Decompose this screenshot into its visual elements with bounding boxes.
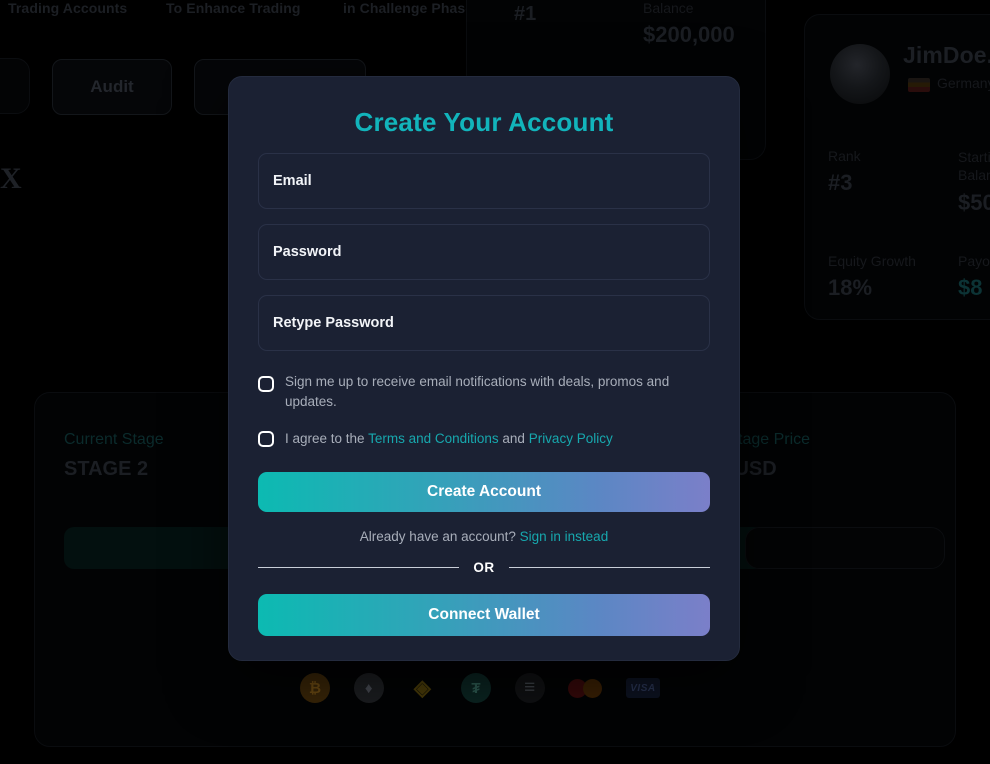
page-root: Trading Accounts To Enhance Trading in C… (0, 0, 990, 764)
connect-wallet-button[interactable]: Connect Wallet (258, 594, 710, 636)
create-account-button[interactable]: Create Account (258, 472, 710, 512)
marketing-optin-row[interactable]: Sign me up to receive email notification… (258, 372, 710, 412)
bg-card-left-fragment (0, 58, 30, 114)
bg-rank-top: #1 (514, 3, 537, 25)
bg-balance-value: $200,000 (643, 22, 735, 47)
password-input[interactable] (273, 244, 695, 260)
avatar (830, 44, 890, 104)
terms-conjunction-text: and (498, 431, 529, 446)
retype-password-field-wrapper[interactable] (258, 295, 710, 351)
signin-prompt-text: Already have an account? (359, 529, 520, 544)
visa-icon: VISA (625, 678, 660, 698)
solana-icon: ≡ (514, 673, 545, 703)
privacy-policy-link[interactable]: Privacy Policy (529, 431, 613, 446)
bg-equity-growth-value: 18% (828, 275, 873, 300)
email-field-wrapper[interactable] (258, 153, 710, 209)
bg-username: JimDoe. (903, 42, 990, 68)
ethereum-icon: ♦ (353, 673, 384, 703)
bg-current-stage-value: STAGE 2 (64, 458, 149, 480)
or-label: OR (473, 560, 495, 575)
binance-icon: ◈ (413, 675, 431, 700)
bg-heading-challenge-phase: in Challenge Phase (343, 0, 474, 16)
marketing-optin-label: Sign me up to receive email notification… (285, 374, 670, 409)
bg-rank-label: Rank (828, 148, 861, 164)
terms-and-conditions-link[interactable]: Terms and Conditions (368, 431, 499, 446)
password-field-wrapper[interactable] (258, 224, 710, 280)
bg-balance-label: Balance (643, 0, 694, 16)
signin-prompt-row: Already have an account? Sign in instead (258, 529, 710, 544)
terms-optin-checkbox[interactable] (258, 431, 274, 447)
divider-rule-left (258, 567, 460, 568)
terms-optin-label: I agree to the Terms and Conditions and … (285, 429, 613, 449)
bg-rank-value: #3 (828, 170, 853, 195)
mastercard-icon (568, 673, 603, 703)
bg-payout-label: Payout (958, 253, 990, 269)
retype-password-input[interactable] (273, 315, 695, 331)
signup-modal: Create Your Account Sign me up to receiv… (228, 76, 740, 661)
bg-equity-growth-label: Equity Growth (828, 253, 916, 269)
bg-heading-trading-accounts: Trading Accounts (8, 0, 128, 16)
payment-icons-strip: ₿ ♦ ◈ ₮ ≡ VISA (300, 672, 660, 704)
bg-payout-value: $8 (958, 275, 983, 300)
bg-current-stage-label: Current Stage (64, 431, 164, 448)
bg-heading-enhance-trading: To Enhance Trading (166, 0, 301, 16)
or-divider: OR (258, 560, 710, 575)
page-title: Create Your Account (354, 107, 614, 137)
bg-buy-card (745, 527, 945, 569)
sign-in-instead-link[interactable]: Sign in instead (520, 529, 609, 544)
bg-starting-balance-label: Starting Balance (958, 149, 990, 183)
tether-icon: ₮ (460, 673, 491, 703)
mastercard-circle-right (583, 679, 603, 698)
email-input[interactable] (273, 173, 695, 189)
bg-starting-balance-value: $50 (958, 190, 990, 215)
bg-audit-button[interactable]: Audit (52, 59, 172, 115)
terms-optin-row[interactable]: I agree to the Terms and Conditions and … (258, 429, 710, 449)
x-logo-icon[interactable]: X (0, 162, 22, 196)
marketing-optin-checkbox[interactable] (258, 376, 274, 392)
bitcoin-icon: ₿ (300, 673, 330, 703)
divider-rule-right (508, 567, 710, 568)
terms-prefix-text: I agree to the (285, 431, 369, 446)
germany-flag-icon (908, 78, 930, 92)
bg-country: Germany (937, 75, 990, 91)
